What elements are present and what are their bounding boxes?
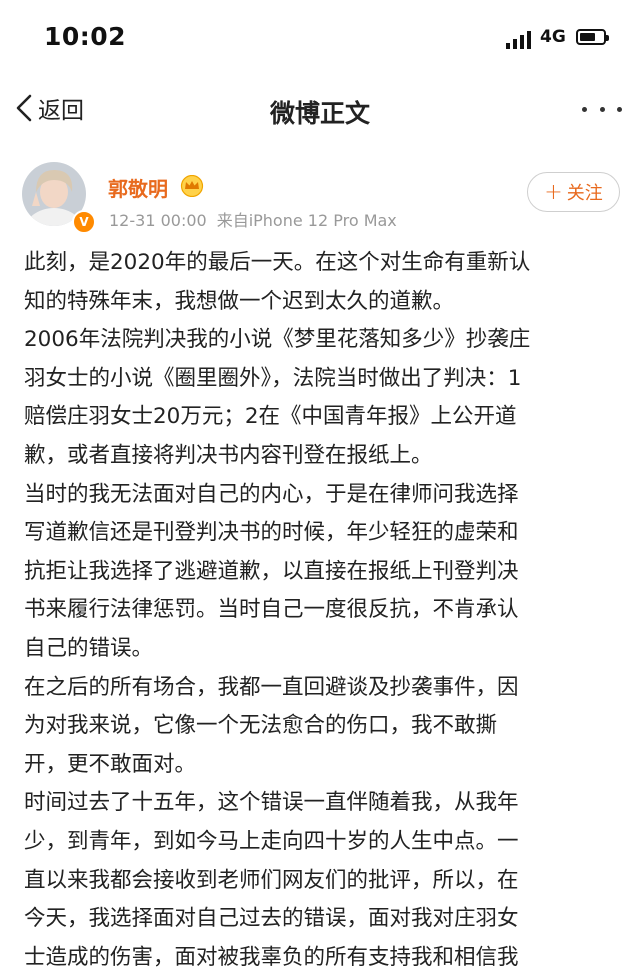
post-body: 此刻，是2020年的最后一天。在这个对生命有重新认 知的特殊年末，我想做一个迟到…	[24, 244, 624, 977]
status-bar: 10:02 4G	[0, 0, 640, 78]
post-meta: 12-31 00:00 来自iPhone 12 Pro Max	[109, 207, 397, 231]
post-text-line: 此刻，是2020年的最后一天。在这个对生命有重新认	[24, 250, 531, 275]
post-date: 12-31 00:00	[109, 211, 207, 230]
network-type: 4G	[540, 27, 566, 47]
post-text-line: 在之后的所有场合，我都一直回避谈及抄袭事件，因	[24, 674, 519, 700]
plus-icon: +	[544, 179, 563, 205]
post-text-line: 当时的我无法面对自己的内心，于是在律师问我选择	[24, 481, 519, 507]
post-text-line: 书来履行法律惩罚。当时自己一度很反抗，不肯承认	[24, 597, 519, 623]
post-text-line: 歉，或者直接将判决书内容刊登在报纸上。	[24, 442, 433, 468]
post-text-line: 士造成的伤害，面对被我辜负的所有支持我和相信我	[24, 944, 519, 970]
post-text-line: 赔偿庄羽女士20万元；2在《中国青年报》上公开道	[24, 404, 517, 430]
post-text-line: 羽女士的小说《圈里圈外》，法院当时做出了判决：1	[24, 365, 522, 391]
crown-badge-icon	[180, 175, 204, 197]
post-text-line: 少，到青年，到如今马上走向四十岁的人生中点。一	[24, 828, 519, 854]
post-text-line: 开，更不敢面对。	[24, 751, 197, 777]
post-text-line: 2006年法院判决我的小说《梦里花落知多少》抄袭庄	[24, 327, 531, 353]
follow-label: 关注	[566, 183, 603, 204]
post-text-line: 抗拒让我选择了逃避道歉，以直接在报纸上刊登判决	[24, 558, 519, 584]
post-text-line: 知的特殊年末，我想做一个迟到太久的道歉。	[24, 288, 455, 314]
post-text-line: 时间过去了十五年，这个错误一直伴随着我，从我年	[24, 790, 519, 816]
post-text-line: 自己的错误。	[24, 635, 154, 661]
post-text-line: 今天，我选择面对自己过去的错误，面对我对庄羽女	[24, 906, 519, 932]
post-header: V 郭敬明 12-31 00:00 来自iPhone 12 Pro Max + 关…	[0, 150, 640, 236]
battery-icon	[576, 29, 609, 45]
post-source: 来自iPhone 12 Pro Max	[216, 211, 397, 230]
signal-icon	[506, 31, 532, 49]
verified-badge-icon: V	[72, 210, 96, 234]
status-time: 10:02	[44, 22, 127, 51]
page-title: 微博正文	[269, 99, 370, 128]
post-text-line: 写道歉信还是刊登判决书的时候，年少轻狂的虚荣和	[24, 520, 519, 546]
more-icon[interactable]	[582, 100, 622, 118]
follow-button[interactable]: + 关注	[527, 172, 620, 212]
post-text-line: 直以来我都会接收到老师们网友们的批评，所以，在	[24, 867, 519, 893]
author-name[interactable]: 郭敬明	[108, 173, 168, 202]
nav-bar: 返回 微博正文	[0, 78, 640, 140]
post-text-line: 为对我来说，它像一个无法愈合的伤口，我不敢撕	[24, 713, 498, 739]
